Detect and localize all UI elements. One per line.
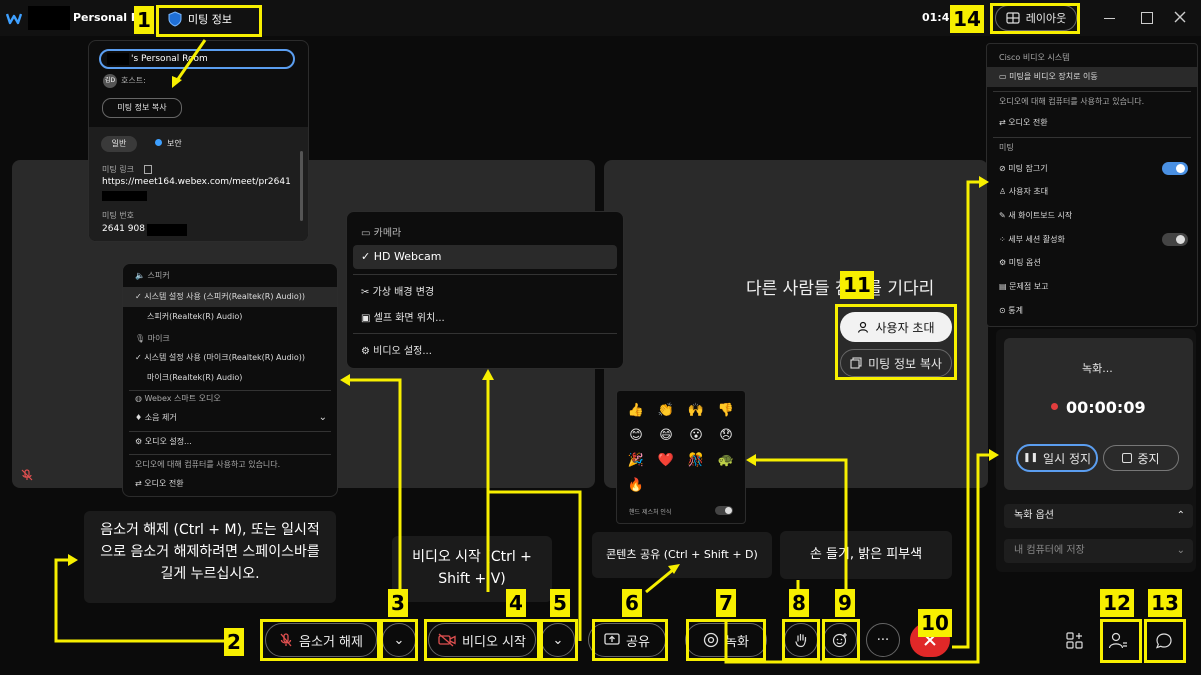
highlight-video-chevron — [540, 619, 578, 661]
arrowhead-3 — [340, 374, 350, 386]
callout-13: 13 — [1148, 589, 1182, 617]
highlight-meeting-info — [156, 5, 262, 37]
arrow-9 — [756, 458, 848, 592]
callout-12: 12 — [1100, 589, 1134, 617]
arrow-2 — [54, 558, 224, 643]
callout-9: 9 — [835, 589, 855, 617]
arrow-6 — [645, 567, 675, 594]
highlight-start-video — [424, 619, 540, 661]
arrow-3 — [348, 378, 402, 592]
callout-14: 14 — [950, 5, 984, 33]
callout-3: 3 — [388, 589, 408, 617]
highlight-raise-hand — [782, 619, 820, 661]
highlight-layout — [990, 3, 1080, 34]
highlight-reactions — [822, 619, 860, 661]
callout-11: 11 — [840, 271, 874, 299]
arrow-1 — [174, 39, 207, 83]
arrowhead-2 — [68, 554, 78, 566]
arrowhead-7 — [989, 449, 999, 461]
highlight-audio-chevron — [380, 619, 418, 661]
callout-1: 1 — [134, 6, 154, 34]
arrowhead-9 — [746, 454, 756, 466]
highlight-invite-copy — [835, 304, 957, 380]
arrowhead-10 — [979, 176, 989, 188]
callout-10: 10 — [918, 609, 952, 637]
callout-7: 7 — [716, 589, 736, 617]
highlight-chat — [1144, 619, 1186, 663]
callout-5: 5 — [550, 589, 570, 617]
highlight-participants — [1100, 619, 1142, 663]
callout-6: 6 — [622, 589, 642, 617]
callout-4: 4 — [506, 589, 526, 617]
highlight-record — [686, 619, 766, 661]
callout-2: 2 — [224, 628, 244, 656]
annotation-arrows — [54, 39, 1120, 664]
callout-8: 8 — [789, 589, 809, 617]
highlight-share — [592, 619, 668, 661]
arrowhead-4 — [482, 369, 494, 380]
highlight-unmute — [260, 619, 380, 661]
